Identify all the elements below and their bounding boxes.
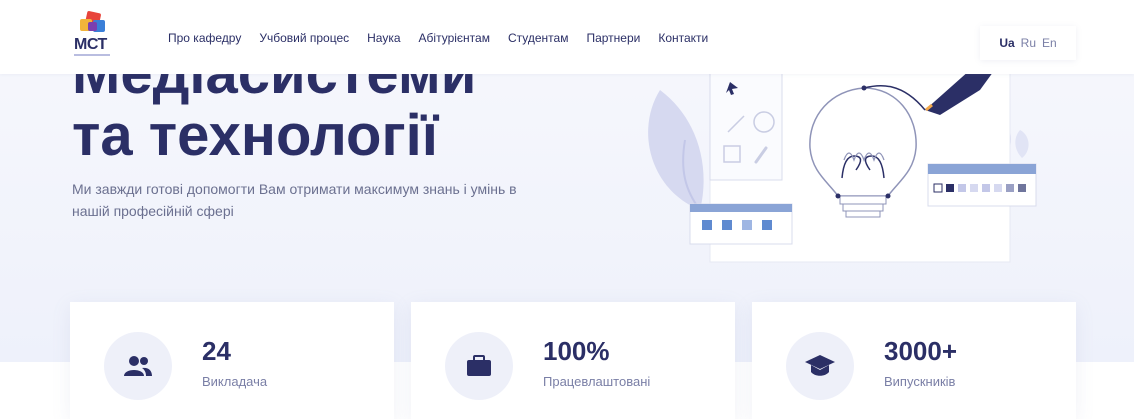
logo-underline: [74, 54, 110, 56]
layers-panel: [689, 203, 793, 245]
stat-label-teachers: Викладача: [202, 374, 268, 389]
lang-ua[interactable]: Ua: [999, 36, 1014, 50]
nav-item-contacts[interactable]: Контакти: [658, 31, 708, 45]
stat-card-employment: 100% Працевлаштовані: [411, 302, 735, 419]
stat-icon-circle: [445, 332, 513, 400]
site-header: МСТ Про кафедру Учбовий процес Наука Абі…: [0, 0, 1134, 74]
graduation-cap-icon: [805, 355, 835, 376]
nav-item-science[interactable]: Наука: [367, 31, 400, 45]
stat-icon-circle: [786, 332, 854, 400]
nav-item-about[interactable]: Про кафедру: [168, 31, 241, 45]
nav-item-study[interactable]: Учбовий процес: [259, 31, 349, 45]
logo-text: МСТ: [74, 36, 107, 53]
stat-card-graduates: 3000+ Випускників: [752, 302, 1076, 419]
nav-item-students[interactable]: Студентам: [508, 31, 569, 45]
leaf-left-icon: [648, 90, 704, 211]
lang-ru[interactable]: Ru: [1021, 36, 1036, 50]
stat-value-employment: 100%: [543, 336, 610, 366]
stat-card-teachers: 24 Викладача: [70, 302, 394, 419]
users-icon: [124, 356, 152, 376]
briefcase-icon: [467, 355, 491, 376]
logo[interactable]: МСТ: [72, 10, 120, 60]
hero-illustration: [648, 68, 1037, 263]
lang-en[interactable]: En: [1042, 36, 1057, 50]
hero-subtitle: Ми завжди готові допомогти Вам отримати …: [72, 181, 517, 219]
stat-value-teachers: 24: [202, 336, 231, 366]
language-switcher: Ua Ru En: [980, 26, 1076, 60]
tools-panel: [709, 71, 783, 181]
nav-item-partners[interactable]: Партнери: [586, 31, 640, 45]
main-nav: Про кафедру Учбовий процес Наука Абітурі…: [168, 31, 726, 45]
stat-label-graduates: Випускників: [884, 374, 956, 389]
nav-item-applicants[interactable]: Абітурієнтам: [419, 31, 490, 45]
logo-mark-icon: [80, 10, 106, 34]
stat-label-employment: Працевлаштовані: [543, 374, 651, 389]
stat-value-graduates: 3000+: [884, 336, 958, 366]
hero-title-line-2: та технології: [72, 103, 439, 168]
stats-section: 24 Викладача 100% Працевлаштовані 3000+ …: [70, 302, 1076, 419]
swatch-panel: [927, 163, 1037, 207]
stat-icon-circle: [104, 332, 172, 400]
